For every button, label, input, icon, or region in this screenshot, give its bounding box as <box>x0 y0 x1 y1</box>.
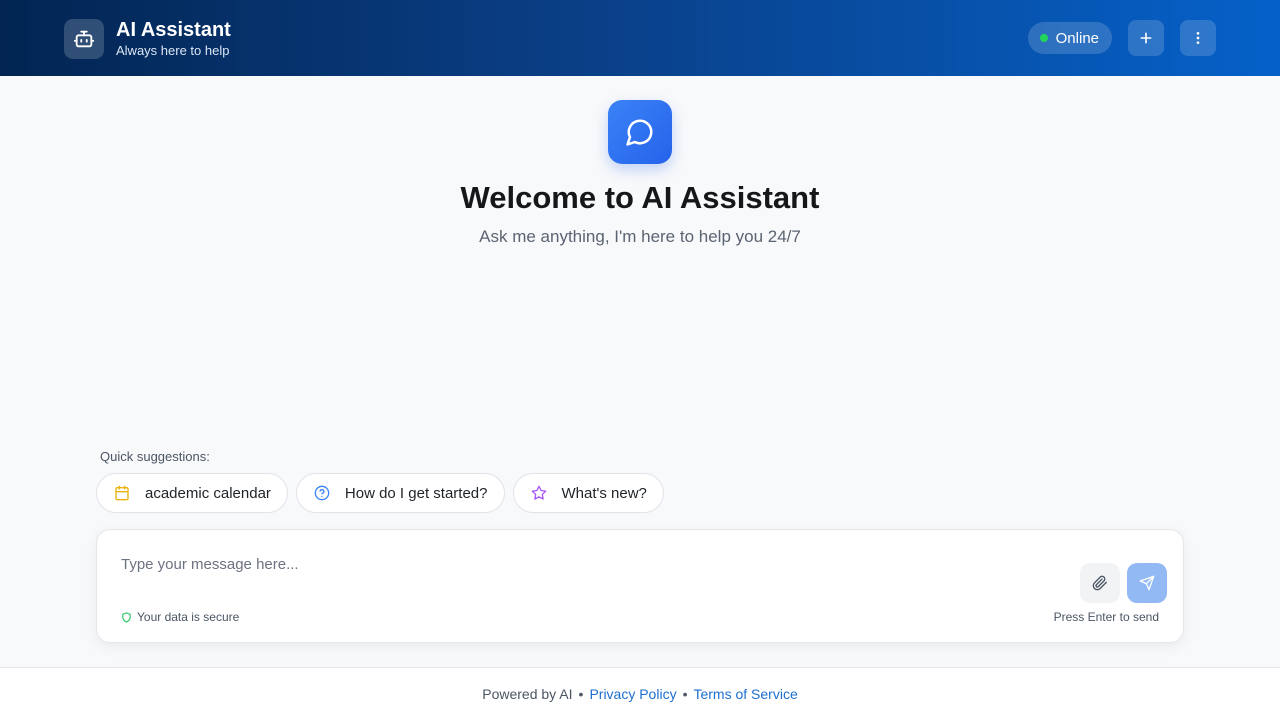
new-chat-button[interactable] <box>1128 20 1164 56</box>
suggestion-label: How do I get started? <box>344 484 488 502</box>
suggestion-chips: academic calendar How do I get started? … <box>96 473 672 513</box>
status-badge: Online <box>1027 22 1112 54</box>
message-composer: Your data is secure Press Enter to send <box>96 529 1184 643</box>
terms-of-service-link[interactable]: Terms of Service <box>693 686 797 702</box>
suggestions-label: Quick suggestions: <box>100 449 210 464</box>
app-subtitle: Always here to help <box>116 43 230 58</box>
plus-icon <box>1140 32 1152 44</box>
secure-note: Your data is secure <box>121 610 239 624</box>
shield-icon <box>121 611 132 623</box>
suggestion-chip-academic-calendar[interactable]: academic calendar <box>96 473 288 513</box>
app-header: AI Assistant Always here to help Online <box>0 0 1280 76</box>
status-dot <box>1039 34 1048 42</box>
send-icon <box>1139 575 1155 591</box>
footer-separator: • <box>682 686 688 702</box>
secure-text: Your data is secure <box>137 610 240 624</box>
more-options-button[interactable] <box>1180 20 1216 56</box>
star-icon <box>530 484 548 502</box>
suggestion-label: academic calendar <box>145 484 271 502</box>
robot-icon <box>64 18 104 59</box>
chat-bubble-icon <box>608 100 672 164</box>
send-hint: Press Enter to send <box>1053 610 1159 624</box>
privacy-policy-link[interactable]: Privacy Policy <box>589 686 676 702</box>
calendar-icon <box>113 484 131 502</box>
brand: AI Assistant Always here to help <box>64 18 231 59</box>
attach-button[interactable] <box>1080 563 1120 603</box>
status-label: Online <box>1055 29 1099 47</box>
suggestion-chip-whats-new[interactable]: What's new? <box>512 473 664 513</box>
message-input[interactable] <box>121 552 1061 576</box>
footer-separator: • <box>578 686 584 702</box>
help-circle-icon <box>313 484 331 502</box>
powered-by-text: Powered by AI <box>482 686 573 702</box>
more-vertical-icon <box>1196 32 1200 44</box>
send-button[interactable] <box>1127 563 1167 603</box>
welcome-subtitle: Ask me anything, I'm here to help you 24… <box>479 227 801 246</box>
paperclip-icon <box>1092 575 1107 591</box>
suggestion-label: What's new? <box>561 484 647 502</box>
welcome-title: Welcome to AI Assistant <box>460 180 820 215</box>
suggestion-chip-get-started[interactable]: How do I get started? <box>295 473 505 513</box>
app-title: AI Assistant <box>116 19 231 41</box>
footer: Powered by AI • Privacy Policy • Terms o… <box>0 667 1280 720</box>
